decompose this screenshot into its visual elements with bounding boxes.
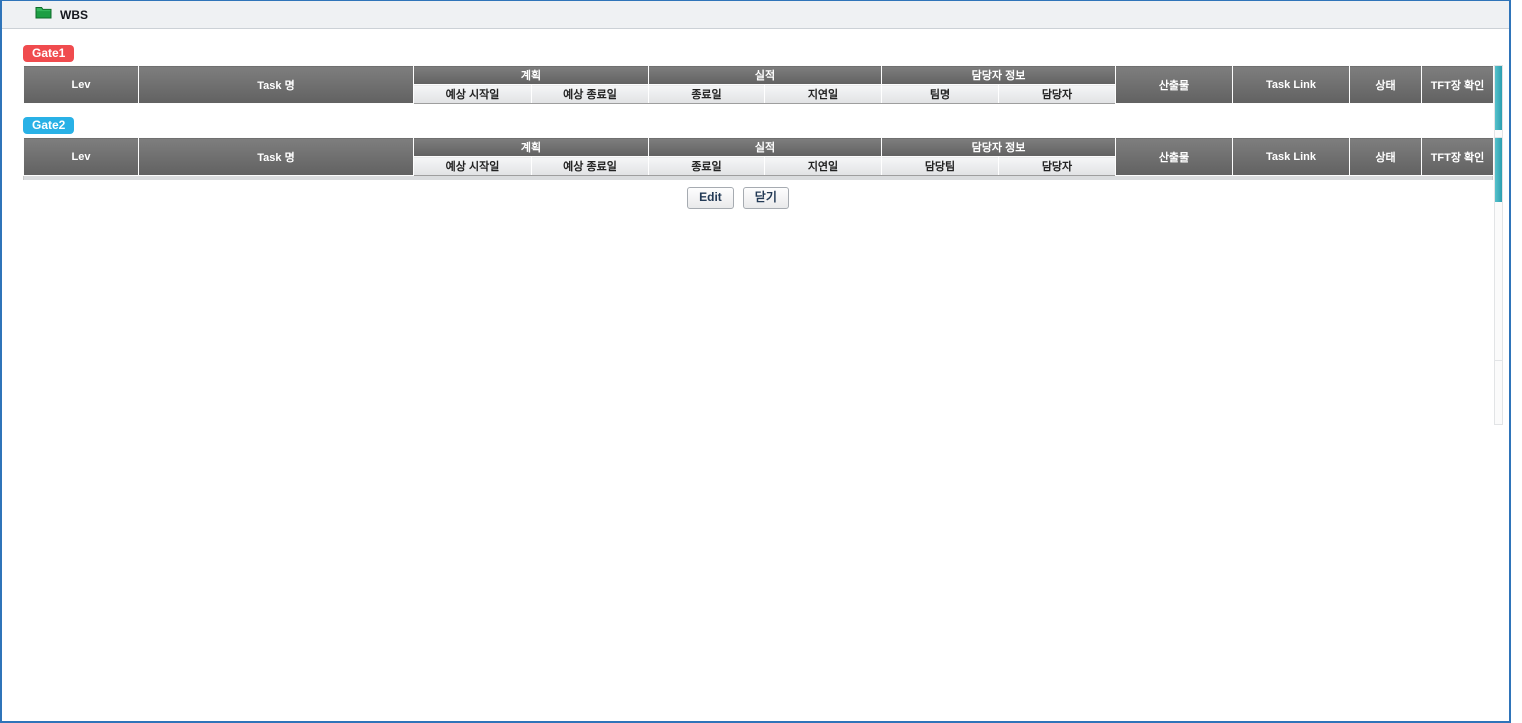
col-header-owner: 담당자: [999, 85, 1116, 104]
gate1-section: Gate1 LevTask 명계획실적담당자 정보산출물Task Link상태T…: [23, 44, 1509, 104]
col-header-output: 산출물: [1116, 66, 1233, 104]
col-header-team: 팀명: [882, 85, 999, 104]
col-group-owner-info: 담당자 정보: [882, 66, 1116, 85]
gate1-badge: Gate1: [23, 45, 74, 62]
gate2-table: LevTask 명계획실적담당자 정보산출물Task Link상태TFT장 확인…: [23, 137, 1494, 176]
col-group-plan: 계획: [414, 66, 649, 85]
green-folder-icon: [35, 6, 52, 24]
vertical-scrollbar[interactable]: [1494, 137, 1503, 361]
col-header-status: 상태: [1350, 66, 1422, 104]
col-header-delay: 지연일: [765, 157, 882, 176]
scrollbar-thumb[interactable]: [1495, 138, 1502, 202]
title-bar: WBS: [2, 1, 1509, 29]
col-header-delay: 지연일: [765, 85, 882, 104]
clipped-row: [23, 176, 1493, 180]
close-button[interactable]: 닫기: [743, 187, 789, 209]
footer-buttons: Edit 닫기: [23, 180, 1493, 209]
col-header-plan-end: 예상 종료일: [532, 157, 649, 176]
col-group-actual: 실적: [649, 138, 882, 157]
gate2-section: Gate2 LevTask 명계획실적담당자 정보산출물Task Link상태T…: [23, 116, 1509, 180]
col-header-plan-start: 예상 시작일: [414, 85, 532, 104]
col-header-status: 상태: [1350, 138, 1422, 176]
col-header-tft-confirm: TFT장 확인: [1422, 138, 1494, 176]
col-group-owner-info: 담당자 정보: [882, 138, 1116, 157]
col-header-owner: 담당자: [999, 157, 1116, 176]
scrollbar-thumb[interactable]: [1495, 66, 1502, 130]
col-header-tft-confirm: TFT장 확인: [1422, 66, 1494, 104]
wbs-window: WBS Gate1 LevTask 명계획실적담당자 정보산출물Task Lin…: [0, 0, 1511, 723]
col-header-task-link: Task Link: [1233, 66, 1350, 104]
col-header-actual-end: 종료일: [649, 85, 765, 104]
col-group-plan: 계획: [414, 138, 649, 157]
col-group-actual: 실적: [649, 66, 882, 85]
col-header-team: 담당팀: [882, 157, 999, 176]
col-header-output: 산출물: [1116, 138, 1233, 176]
gate2-table-wrap: LevTask 명계획실적담당자 정보산출물Task Link상태TFT장 확인…: [23, 137, 1505, 180]
col-header-plan-end: 예상 종료일: [532, 85, 649, 104]
col-header-lev: Lev: [24, 66, 139, 104]
page-title: WBS: [60, 8, 88, 22]
edit-button[interactable]: Edit: [687, 187, 734, 209]
col-header-actual-end: 종료일: [649, 157, 765, 176]
col-header-task: Task 명: [139, 138, 414, 176]
col-header-task: Task 명: [139, 66, 414, 104]
gate1-table-wrap: LevTask 명계획실적담당자 정보산출물Task Link상태TFT장 확인…: [23, 65, 1505, 104]
gate1-table: LevTask 명계획실적담당자 정보산출물Task Link상태TFT장 확인…: [23, 65, 1494, 104]
gate2-badge: Gate2: [23, 117, 74, 134]
col-header-lev: Lev: [24, 138, 139, 176]
main-content: Gate1 LevTask 명계획실적담당자 정보산출물Task Link상태T…: [2, 29, 1509, 209]
col-header-task-link: Task Link: [1233, 138, 1350, 176]
col-header-plan-start: 예상 시작일: [414, 157, 532, 176]
